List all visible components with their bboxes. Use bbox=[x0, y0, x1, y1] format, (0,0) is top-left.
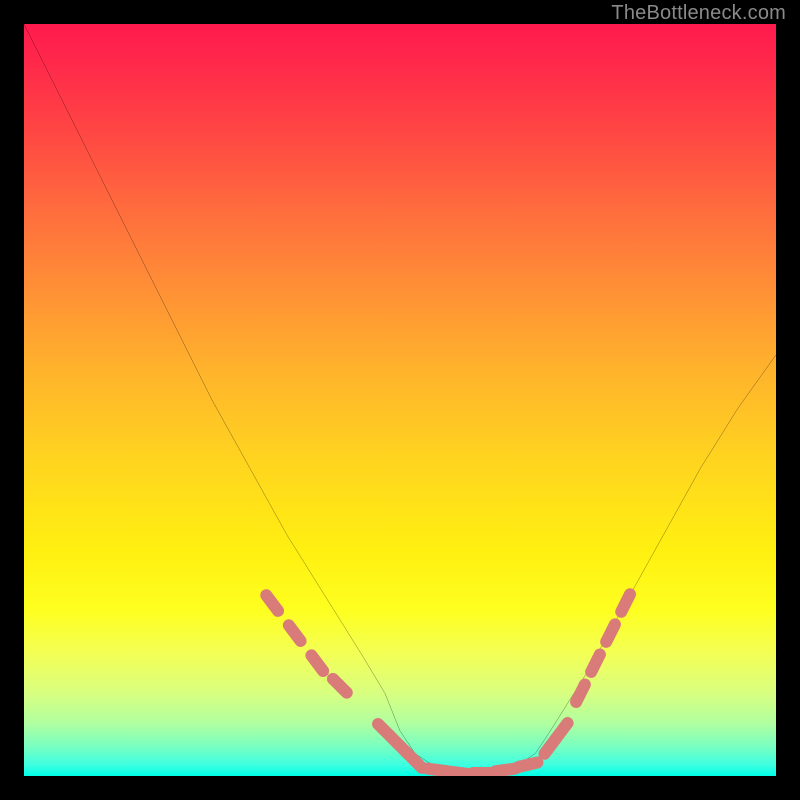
marker-point bbox=[576, 685, 585, 702]
marker-point bbox=[518, 762, 537, 767]
bottleneck-curve bbox=[24, 24, 776, 776]
plot-area bbox=[24, 24, 776, 776]
marker-point bbox=[408, 754, 422, 768]
marker-point bbox=[266, 595, 278, 611]
marker-point bbox=[606, 624, 615, 641]
marker-point bbox=[311, 655, 323, 671]
curve-layer bbox=[24, 24, 776, 776]
watermark-text: TheBottleneck.com bbox=[611, 2, 786, 25]
highlighted-points bbox=[266, 594, 630, 774]
marker-point bbox=[289, 625, 301, 641]
marker-point bbox=[333, 679, 347, 693]
marker-point bbox=[591, 654, 600, 671]
chart-frame: TheBottleneck.com bbox=[0, 0, 800, 800]
marker-point bbox=[496, 769, 515, 772]
marker-point bbox=[621, 594, 630, 611]
marker-point bbox=[428, 769, 447, 772]
marker-point bbox=[556, 723, 568, 739]
